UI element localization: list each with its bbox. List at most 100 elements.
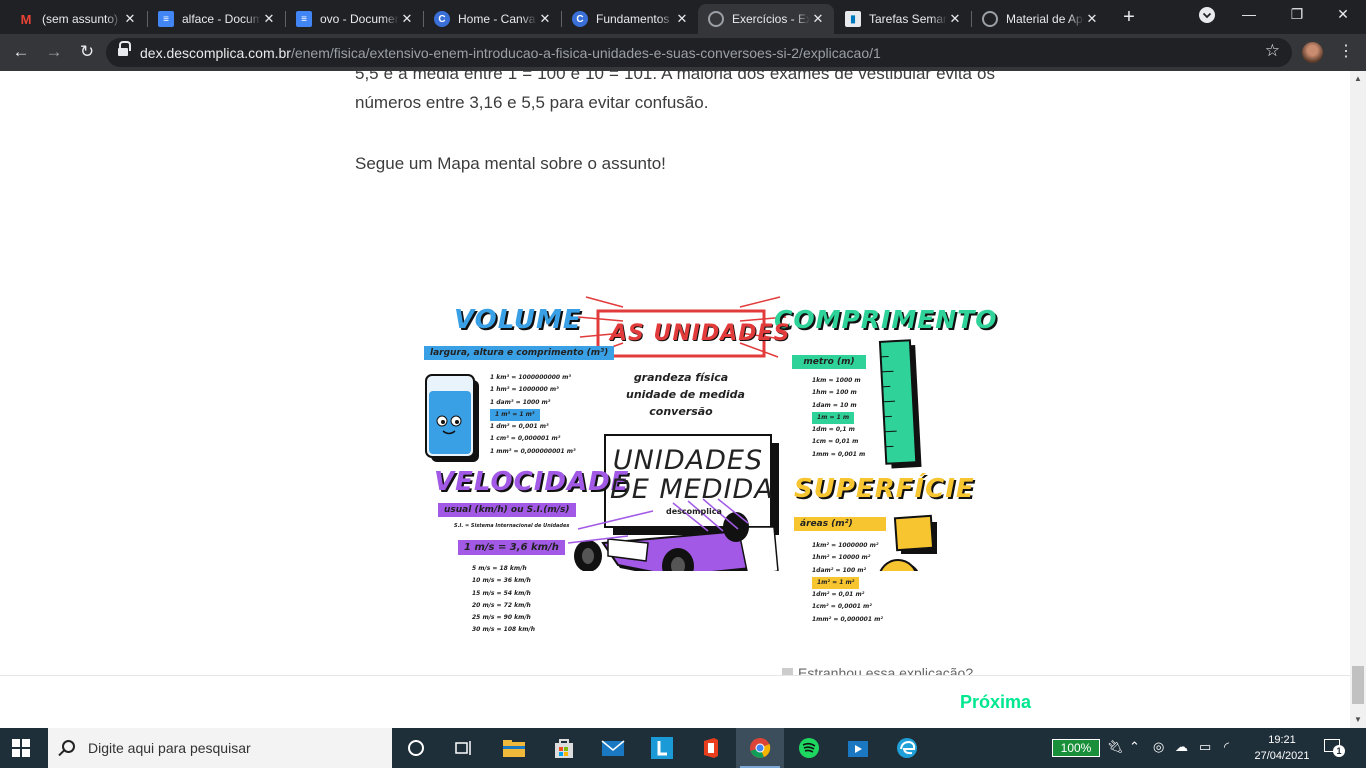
chevron-down-icon <box>1199 7 1215 23</box>
taskbar-search-box[interactable]: Digite aqui para pesquisar <box>48 728 392 768</box>
page-scrollbar[interactable]: ▲ ▼ <box>1350 71 1366 728</box>
tab-fundamentos[interactable]: C Fundamentos ✕ <box>562 4 698 34</box>
power-plug-icon[interactable]: 🔌︎ <box>1107 739 1124 755</box>
close-icon[interactable]: ✕ <box>261 11 277 27</box>
maximize-button[interactable]: ❐ <box>1282 6 1312 23</box>
mail-button[interactable] <box>589 728 637 768</box>
onedrive-icon[interactable]: ☁ <box>1175 739 1188 755</box>
reload-button[interactable]: ↻ <box>76 41 98 63</box>
tab-canva-home[interactable]: C Home - Canva ✕ <box>424 4 561 34</box>
store-button[interactable] <box>540 728 588 768</box>
list-item: 1m = 1 m <box>812 411 855 425</box>
tab-material[interactable]: Material de Apoio ✕ <box>972 4 1108 34</box>
battery-icon[interactable]: ▭ <box>1199 739 1211 755</box>
battery-percentage[interactable]: 100% <box>1052 739 1100 757</box>
action-center-button[interactable]: 1 <box>1322 736 1345 758</box>
chevron-up-icon[interactable]: ⌃ <box>1129 739 1140 755</box>
task-view-icon <box>455 741 471 755</box>
velocidade-title: VELOCIDADE <box>434 467 630 497</box>
page-content: 5,5 é a média entre 1 = 100 e 10 = 101. … <box>0 71 1350 728</box>
close-window-button[interactable]: ✕ <box>1328 6 1358 23</box>
video-editor-button[interactable] <box>834 728 882 768</box>
browser-menu-button[interactable]: ⋮ <box>1336 41 1356 63</box>
tab-search-button[interactable] <box>1192 7 1222 26</box>
system-clock[interactable]: 19:21 27/04/2021 <box>1254 732 1310 764</box>
browser-tab-strip: M (sem assunto) ✕ ≡ alface - Documentos … <box>0 0 1366 34</box>
windows-start-button[interactable] <box>12 739 30 757</box>
bottom-navigation-bar: Próxima <box>0 675 1350 728</box>
next-button[interactable]: Próxima <box>960 692 1031 713</box>
scrollbar-thumb[interactable] <box>1352 666 1364 704</box>
list-item: 1cm = 0,01 m <box>812 438 859 446</box>
close-icon[interactable]: ✕ <box>122 11 138 27</box>
bookmark-star-icon[interactable]: ☆ <box>1265 41 1280 61</box>
cortana-icon <box>408 740 424 756</box>
list-item: 1mm = 0,001 m <box>812 450 866 458</box>
close-icon[interactable]: ✕ <box>537 11 553 27</box>
tab-alface[interactable]: ≡ alface - Documentos Google ✕ <box>148 4 285 34</box>
office-button[interactable] <box>687 728 735 768</box>
app-l-button[interactable] <box>638 728 686 768</box>
edge-button[interactable] <box>883 728 931 768</box>
new-tab-button[interactable]: + <box>1118 6 1140 28</box>
wifi-icon[interactable]: ◜ <box>1224 739 1229 755</box>
close-icon[interactable]: ✕ <box>399 11 415 27</box>
list-item: 1 m³ = 1 m³ <box>490 408 540 422</box>
list-item: 1dm = 0,1 m <box>812 426 855 434</box>
tab-title: ovo - Documentos Google <box>320 12 399 26</box>
file-explorer-button[interactable] <box>490 728 538 768</box>
superficie-list: 1km² = 1000000 m² 1hm² = 10000 m² 1dam² … <box>812 540 883 626</box>
store-icon <box>555 739 573 758</box>
office-icon <box>704 738 718 758</box>
tab-title: alface - Documentos Google <box>182 12 261 26</box>
tab-title: Exercícios - Ex <box>732 12 810 26</box>
spotify-button[interactable] <box>785 728 833 768</box>
list-item: 1 cm³ = 0,000001 m³ <box>490 435 561 443</box>
intro-conversao: conversão <box>649 405 713 418</box>
close-icon[interactable]: ✕ <box>1084 11 1100 27</box>
minimize-button[interactable]: — <box>1234 6 1264 22</box>
tab-exercicios[interactable]: Exercícios - Ex ✕ <box>698 4 834 34</box>
list-item: 25 m/s = 90 km/h <box>472 614 531 622</box>
list-item: 1 km³ = 1000000000 m³ <box>490 374 572 381</box>
cortana-button[interactable] <box>392 728 440 768</box>
address-bar[interactable]: dex.descomplica.com.br/enem/fisica/exten… <box>106 38 1292 67</box>
list-item: 1cm² = 0,0001 m² <box>812 603 872 611</box>
browser-toolbar: ← → ↻ dex.descomplica.com.br/enem/fisica… <box>0 34 1366 71</box>
scroll-down-arrow[interactable]: ▼ <box>1350 712 1366 728</box>
back-button[interactable]: ← <box>10 41 32 63</box>
close-icon[interactable]: ✕ <box>674 11 690 27</box>
webcam-icon[interactable]: ◎ <box>1153 739 1164 755</box>
chrome-button[interactable] <box>736 728 784 768</box>
list-item: 1hm = 100 m <box>812 389 857 397</box>
intro-unidade: unidade de medida <box>626 388 745 401</box>
tab-title: Material de Apoio <box>1006 12 1084 26</box>
scroll-up-arrow[interactable]: ▲ <box>1350 71 1366 87</box>
video-icon <box>848 741 868 757</box>
mail-icon <box>601 740 625 756</box>
center-title-line2: DE MEDIDA <box>610 474 774 505</box>
gmail-icon: M <box>20 11 32 27</box>
globe-icon <box>708 11 724 27</box>
notification-count: 1 <box>1333 745 1345 757</box>
forward-button[interactable]: → <box>43 41 65 63</box>
tab-title: Fundamentos <box>596 12 670 26</box>
close-icon[interactable]: ✕ <box>947 11 963 27</box>
url-text: dex.descomplica.com.br/enem/fisica/exten… <box>140 45 881 61</box>
trello-icon: ▮ <box>845 11 861 27</box>
task-view-button[interactable] <box>440 728 488 768</box>
profile-avatar[interactable] <box>1302 42 1323 63</box>
tab-tarefas[interactable]: ▮ Tarefas Semanais ✕ <box>835 4 971 34</box>
list-item: 1km² = 1000000 m² <box>812 542 879 549</box>
velocidade-highlight: 1 m/s = 3,6 km/h <box>458 540 565 555</box>
tab-gmail[interactable]: M (sem assunto) ✕ <box>8 4 146 34</box>
tab-ovo[interactable]: ≡ ovo - Documentos Google ✕ <box>286 4 423 34</box>
list-item: 1dm² = 0,01 m² <box>812 591 865 599</box>
list-item: 1dam² = 100 m² <box>812 566 867 574</box>
close-icon[interactable]: ✕ <box>810 11 826 27</box>
list-item: 15 m/s = 54 km/h <box>472 589 531 597</box>
comprimento-list: 1km = 1000 m 1hm = 100 m 1dam = 10 m 1m … <box>812 375 865 461</box>
clock-date: 27/04/2021 <box>1254 750 1310 762</box>
velocidade-subtitle: usual (km/h) ou S.I.(m/s) <box>438 503 576 517</box>
volume-list: 1 km³ = 1000000000 m³ 1 hm³ = 1000000 m³… <box>490 372 576 458</box>
